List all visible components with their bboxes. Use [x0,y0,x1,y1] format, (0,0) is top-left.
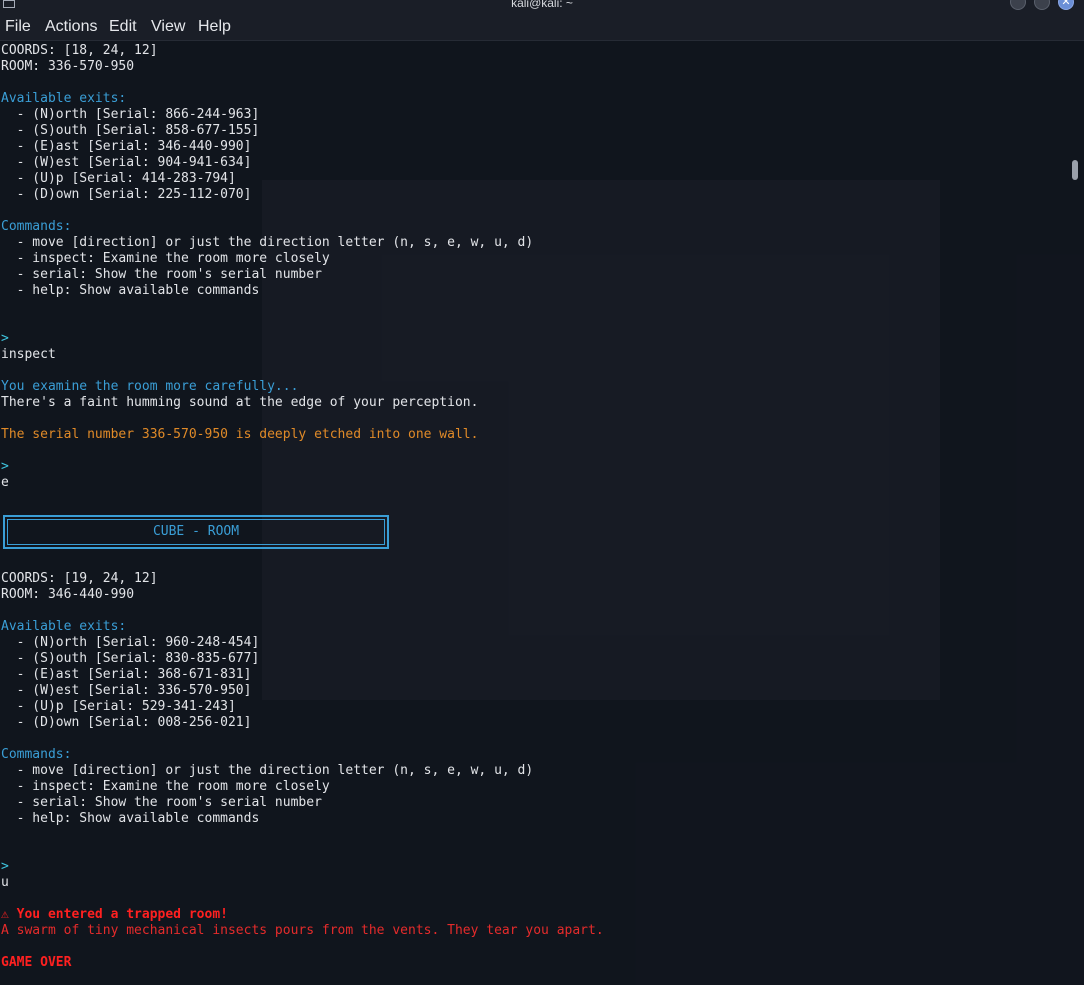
terminal-line: There's a faint humming sound at the edg… [1,395,479,410]
terminal-line: The serial number 336-570-950 is deeply … [1,427,479,442]
terminal-line: > [1,859,9,874]
terminal-line: - serial: Show the room's serial number [1,267,322,282]
terminal-line: - (S)outh [Serial: 858-677-155] [1,123,260,138]
terminal-line: - (W)est [Serial: 336-570-950] [1,683,252,698]
terminal-line: - (U)p [Serial: 529-341-243] [1,699,236,714]
cube-room-banner: CUBE - ROOM [3,515,389,549]
terminal-line: - inspect: Examine the room more closely [1,251,330,266]
menu-edit[interactable]: Edit [109,18,137,36]
cube-room-title: CUBE - ROOM [152,524,240,539]
terminal-line: COORDS: [18, 24, 12] [1,43,158,58]
menu-view[interactable]: View [151,18,185,36]
terminal-line: GAME OVER [1,955,72,970]
title-bar[interactable]: kali@kali: ~ ✕ [0,0,1084,14]
terminal-line: ROOM: 336-570-950 [1,59,135,74]
window-title: kali@kali: ~ [511,0,573,10]
terminal-output[interactable]: COORDS: [18, 24, 12] ROOM: 336-570-950 Ava… [1,43,1067,983]
terminal-line: - (S)outh [Serial: 830-835-677] [1,651,260,666]
close-icon: ✕ [1061,0,1071,8]
terminal-line: Available exits: [1,91,127,106]
terminal-line: ROOM: 346-440-990 [1,587,135,602]
terminal-line: COORDS: [19, 24, 12] [1,571,158,586]
terminal-line: inspect [1,347,56,362]
menu-bar: File Actions Edit View Help [0,14,1084,41]
terminal-line: You examine the room more carefully... [1,379,299,394]
terminal-line: ⚠ You entered a trapped room! [1,907,228,922]
terminal-line: - (E)ast [Serial: 346-440-990] [1,139,252,154]
scroll-thumb[interactable] [1072,160,1078,180]
terminal-line: - move [direction] or just the direction… [1,235,534,250]
terminal-line: - inspect: Examine the room more closely [1,779,330,794]
menu-help[interactable]: Help [198,18,231,36]
scrollbar[interactable] [1068,40,1084,985]
terminal-line: e [1,475,9,490]
terminal-line: - help: Show available commands [1,811,260,826]
terminal-line: - (U)p [Serial: 414-283-794] [1,171,236,186]
terminal-line: - help: Show available commands [1,283,260,298]
menu-file[interactable]: File [5,18,31,36]
terminal-line: - (N)orth [Serial: 960-248-454] [1,635,260,650]
terminal-line: - (D)own [Serial: 008-256-021] [1,715,252,730]
terminal-line: - move [direction] or just the direction… [1,763,534,778]
terminal-line: > [1,459,9,474]
terminal-line: - (D)own [Serial: 225-112-070] [1,187,252,202]
terminal-line: A swarm of tiny mechanical insects pours… [1,923,604,938]
terminal-line: Commands: [1,747,72,762]
terminal-line: > [1,331,9,346]
terminal-window: kali@kali: ~ ✕ File Actions Edit View He… [0,0,1084,985]
close-button[interactable]: ✕ [1058,0,1074,10]
terminal-line: - (W)est [Serial: 904-941-634] [1,155,252,170]
terminal-line: - (N)orth [Serial: 866-244-963] [1,107,260,122]
terminal-line: - (E)ast [Serial: 368-671-831] [1,667,252,682]
menu-actions[interactable]: Actions [45,18,97,36]
terminal-line: Available exits: [1,619,127,634]
terminal-line: - serial: Show the room's serial number [1,795,322,810]
terminal-line: Commands: [1,219,72,234]
terminal-line: u [1,875,9,890]
